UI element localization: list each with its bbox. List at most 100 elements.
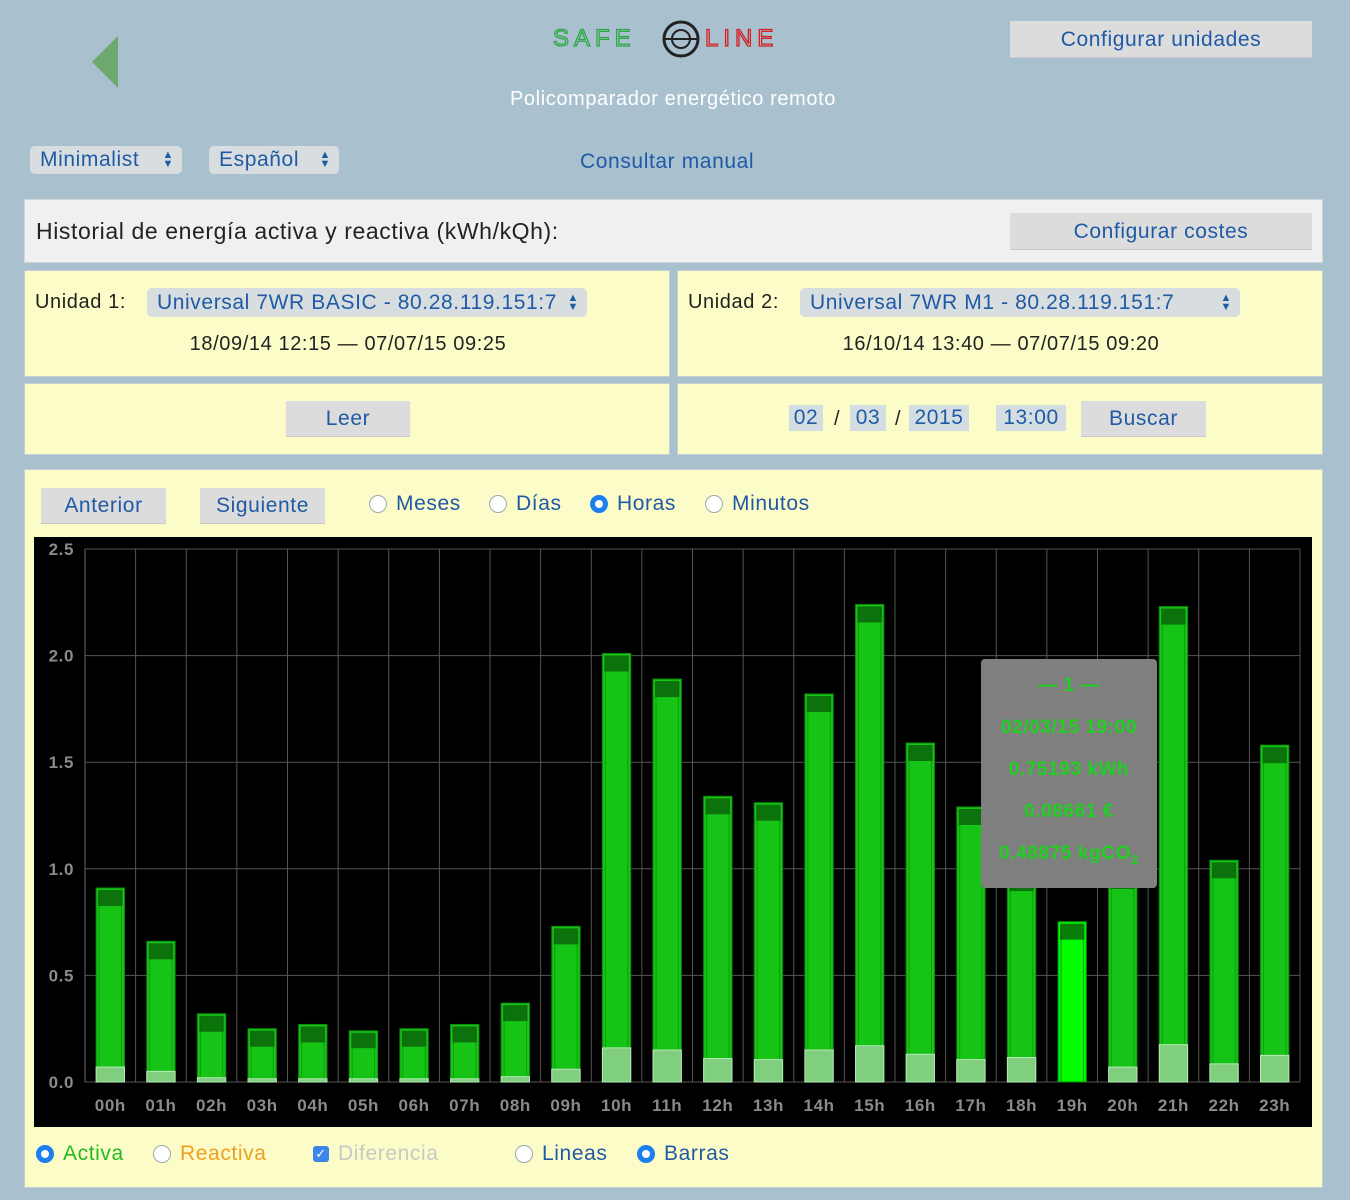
bar-cap <box>1161 608 1186 625</box>
bar-base <box>652 1049 682 1083</box>
mode-hours-label: Horas <box>617 492 677 515</box>
difference-checkbox[interactable]: ✓ <box>313 1146 329 1162</box>
mode-months-option[interactable]: Meses <box>369 492 461 516</box>
bars-label: Barras <box>664 1142 730 1165</box>
unit1-select-value: Universal 7WR BASIC - 80.28.119.151:7 <box>157 290 557 314</box>
year-input[interactable]: 2015 <box>909 405 969 431</box>
active-label: Activa <box>63 1142 124 1165</box>
time-input[interactable]: 13:00 <box>996 405 1066 431</box>
lines-option[interactable]: Lineas <box>515 1142 607 1166</box>
bar-cap <box>958 808 984 825</box>
y-tick-label: 0.0 <box>49 1073 74 1092</box>
x-tick-label: 08h <box>500 1096 531 1115</box>
bar-cap <box>705 798 730 815</box>
previous-button[interactable]: Anterior <box>41 488 166 524</box>
bar-base <box>500 1076 530 1083</box>
unit2-select[interactable]: Universal 7WR M1 - 80.28.119.151:7 ▲ ▼ <box>800 288 1240 317</box>
bar <box>652 678 682 1083</box>
x-tick-label: 23h <box>1259 1096 1290 1115</box>
bar-base <box>399 1078 429 1083</box>
mode-days-radio[interactable] <box>489 495 507 513</box>
date-separator: / <box>834 408 841 430</box>
read-panel: Leer <box>24 383 670 455</box>
reactive-radio[interactable] <box>153 1145 171 1163</box>
reactive-option[interactable]: Reactiva <box>153 1142 267 1166</box>
bars-radio[interactable] <box>637 1145 655 1163</box>
search-button[interactable]: Buscar <box>1081 401 1206 437</box>
x-tick-label: 04h <box>297 1096 328 1115</box>
back-arrow-icon[interactable] <box>92 36 120 88</box>
active-radio[interactable] <box>36 1145 54 1163</box>
bar-base <box>601 1047 632 1083</box>
x-tick-label: 20h <box>1107 1096 1138 1115</box>
bar-cap <box>199 1015 224 1032</box>
x-tick-label: 07h <box>449 1096 480 1115</box>
bar-cap <box>1211 862 1237 879</box>
mode-minutes-label: Minutos <box>732 492 810 515</box>
bar-base <box>1260 1054 1290 1083</box>
configure-costs-button[interactable]: Configurar costes <box>1010 213 1312 250</box>
bar-cap <box>857 606 882 623</box>
bars-option[interactable]: Barras <box>637 1142 729 1166</box>
bar <box>1260 744 1290 1083</box>
bar <box>1057 921 1087 1083</box>
mode-hours-option[interactable]: Horas <box>590 492 676 516</box>
bar <box>601 652 632 1083</box>
theme-select[interactable]: Minimalist ▲ ▼ <box>30 146 182 174</box>
mode-days-option[interactable]: Días <box>489 492 562 516</box>
bar <box>1108 870 1138 1083</box>
date-separator: / <box>895 408 902 430</box>
mode-days-label: Días <box>516 492 562 515</box>
bar <box>804 693 834 1083</box>
unit2-panel: Unidad 2: Universal 7WR M1 - 80.28.119.1… <box>677 270 1323 377</box>
unit2-label: Unidad 2: <box>688 291 780 313</box>
x-tick-label: 18h <box>1006 1096 1037 1115</box>
mode-months-radio[interactable] <box>369 495 387 513</box>
tooltip-co2-value: 0.48875 kgCO <box>999 843 1131 864</box>
x-tick-label: 12h <box>702 1096 733 1115</box>
x-tick-label: 09h <box>550 1096 581 1115</box>
language-select[interactable]: Español ▲ ▼ <box>209 146 339 174</box>
next-button[interactable]: Siguiente <box>200 488 325 524</box>
month-input[interactable]: 03 <box>850 405 886 431</box>
day-input[interactable]: 02 <box>789 405 823 431</box>
unit1-panel: Unidad 1: Universal 7WR BASIC - 80.28.11… <box>24 270 670 377</box>
x-tick-label: 19h <box>1057 1096 1088 1115</box>
configure-units-button[interactable]: Configurar unidades <box>1010 21 1312 58</box>
unit1-select[interactable]: Universal 7WR BASIC - 80.28.119.151:7 ▲ ▼ <box>147 288 587 317</box>
select-arrows-icon: ▲ ▼ <box>1216 292 1232 312</box>
x-tick-label: 16h <box>905 1096 936 1115</box>
bar-cap <box>351 1032 376 1049</box>
bar-cap <box>98 889 123 906</box>
bar-cap <box>250 1030 275 1047</box>
bar-base <box>1108 1066 1138 1083</box>
unit2-select-value: Universal 7WR M1 - 80.28.119.151:7 <box>810 290 1175 314</box>
mode-months-label: Meses <box>396 492 461 515</box>
mode-minutes-radio[interactable] <box>705 495 723 513</box>
bar-base <box>1006 1056 1037 1083</box>
unit1-date-range: 18/09/14 12:15 — 07/07/15 09:25 <box>189 333 507 355</box>
select-arrows-icon: ▲ ▼ <box>563 292 579 312</box>
unit2-date-range: 16/10/14 13:40 — 07/07/15 09:20 <box>842 333 1160 355</box>
x-tick-label: 03h <box>247 1096 278 1115</box>
bar-base <box>298 1078 328 1083</box>
mode-hours-radio[interactable] <box>590 495 608 513</box>
active-option[interactable]: Activa <box>36 1142 124 1166</box>
svg-text:LINE: LINE <box>705 25 778 52</box>
tooltip-datetime: 02/03/15 19:00 <box>1000 717 1138 738</box>
tooltip-co2: 0.48875 kgCO2 <box>981 843 1157 867</box>
lines-radio[interactable] <box>515 1145 533 1163</box>
y-tick-label: 2.5 <box>49 540 74 559</box>
x-tick-label: 05h <box>348 1096 379 1115</box>
bar-base <box>956 1059 986 1083</box>
bar-base <box>703 1058 733 1083</box>
manual-link[interactable]: Consultar manual <box>580 150 754 174</box>
y-tick-label: 0.5 <box>49 966 74 985</box>
bar <box>1006 872 1037 1083</box>
read-button[interactable]: Leer <box>286 401 410 437</box>
bar-cap <box>148 943 174 960</box>
mode-minutes-option[interactable]: Minutos <box>705 492 810 516</box>
bar-base <box>855 1045 885 1083</box>
difference-option[interactable]: ✓ Diferencia <box>313 1142 439 1166</box>
bar <box>703 795 733 1083</box>
